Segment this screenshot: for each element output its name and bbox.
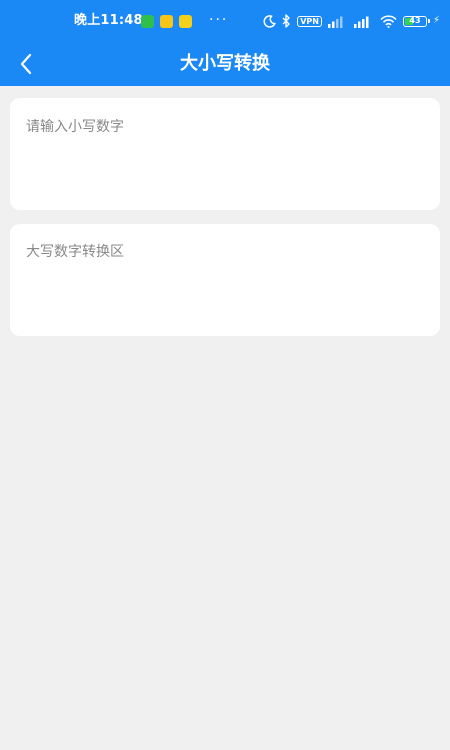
moon-icon [263, 14, 277, 28]
status-notification-icons [141, 15, 192, 28]
status-system-icons: VPN 43 ⚡ [263, 13, 440, 29]
input-card [10, 98, 440, 210]
app-notification-icon [141, 15, 154, 28]
app-notification-icon [160, 15, 173, 28]
uppercase-result-area: 大写数字转换区 [26, 244, 124, 260]
vpn-icon: VPN [297, 15, 322, 27]
output-card: 大写数字转换区 [10, 224, 440, 336]
page-title: 大小写转换 [180, 53, 270, 74]
status-bar: 晚上11:48 ··· VPN 43 ⚡ [0, 0, 450, 42]
signal-icon [353, 16, 369, 28]
wifi-icon [380, 14, 397, 28]
charging-icon: ⚡ [432, 15, 440, 26]
battery-icon: 43 [402, 15, 430, 27]
header-nav-bar: 大小写转换 [0, 42, 450, 86]
app-notification-icon [179, 15, 192, 28]
more-notifications-icon: ··· [209, 12, 229, 28]
bluetooth-icon [282, 14, 290, 28]
status-time: 晚上11:48 [74, 13, 143, 28]
signal-icon [327, 16, 343, 28]
lowercase-number-input[interactable] [26, 119, 424, 135]
battery-level-text: 43 [409, 15, 421, 25]
